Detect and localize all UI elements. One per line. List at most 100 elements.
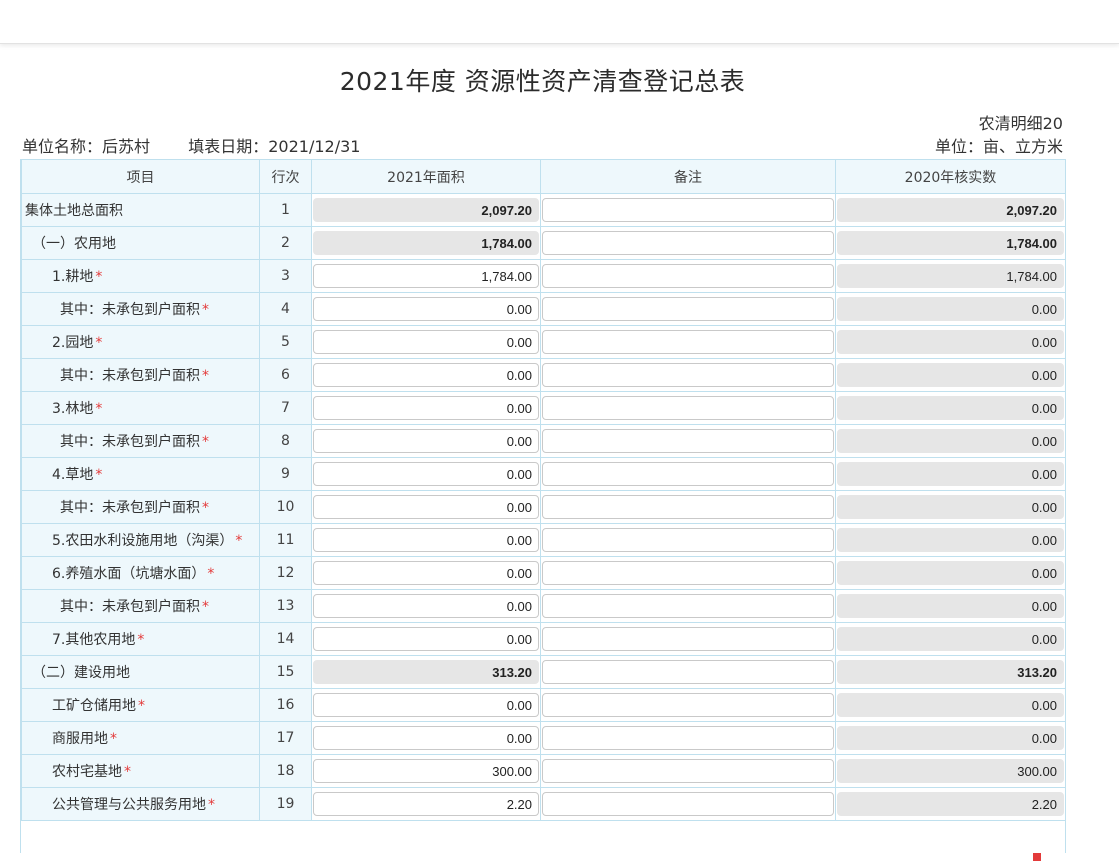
row-item-label: 1.耕地 bbox=[52, 269, 94, 285]
note-input[interactable] bbox=[542, 429, 834, 453]
table-row: 公共管理与公共服务用地 * 19 2.20 2.20 bbox=[21, 787, 1065, 821]
row-item-label: 商服用地 bbox=[52, 731, 108, 747]
note-input[interactable] bbox=[542, 330, 834, 354]
asset-table-container: 项目 行次 2021年面积 备注 2020年核实数 集体土地总面积 1 2,097.… bbox=[20, 159, 1066, 853]
area-2021-cell: 0.00 bbox=[311, 358, 541, 392]
table-header-row: 项目 行次 2021年面积 备注 2020年核实数 bbox=[21, 159, 1065, 194]
verified-2020-cell: 0.00 bbox=[835, 721, 1065, 755]
area-2021-input[interactable]: 1,784.00 bbox=[313, 264, 539, 288]
verified-2020-readonly: 0.00 bbox=[837, 627, 1064, 651]
note-input[interactable] bbox=[542, 264, 834, 288]
area-2021-input[interactable]: 0.00 bbox=[313, 462, 539, 486]
area-2021-input[interactable]: 300.00 bbox=[313, 759, 539, 783]
area-2021-input[interactable]: 0.00 bbox=[313, 561, 539, 585]
note-input[interactable] bbox=[542, 198, 834, 222]
area-2021-input[interactable]: 0.00 bbox=[313, 693, 539, 717]
form-code: 农清明细20 bbox=[978, 114, 1063, 133]
note-input[interactable] bbox=[542, 792, 834, 816]
row-item-cell: 商服用地 * bbox=[21, 721, 260, 755]
note-input[interactable] bbox=[542, 594, 834, 618]
row-number: 17 bbox=[259, 721, 312, 755]
fill-date-label: 填表日期： bbox=[188, 137, 269, 156]
table-body: 集体土地总面积 1 2,097.20 2,097.20 （一）农用地 2 1,784.00 1… bbox=[21, 193, 1065, 821]
row-item-cell: 农村宅基地 * bbox=[21, 754, 260, 788]
note-input[interactable] bbox=[542, 561, 834, 585]
area-2021-cell: 0.00 bbox=[311, 424, 541, 458]
verified-2020-readonly: 0.00 bbox=[837, 495, 1064, 519]
note-input[interactable] bbox=[542, 693, 834, 717]
row-item-cell: 2.园地 * bbox=[21, 325, 260, 359]
note-cell bbox=[540, 358, 836, 392]
verified-2020-cell: 313.20 bbox=[835, 655, 1065, 689]
row-item-cell: 6.养殖水面（坑塘水面） * bbox=[21, 556, 260, 590]
area-2021-input[interactable]: 0.00 bbox=[313, 726, 539, 750]
verified-2020-readonly: 0.00 bbox=[837, 561, 1064, 585]
verified-2020-cell: 0.00 bbox=[835, 589, 1065, 623]
note-input[interactable] bbox=[542, 231, 834, 255]
note-cell bbox=[540, 589, 836, 623]
header-note: 备注 bbox=[540, 159, 836, 194]
note-cell bbox=[540, 490, 836, 524]
note-input[interactable] bbox=[542, 759, 834, 783]
note-input[interactable] bbox=[542, 627, 834, 651]
row-item-cell: 1.耕地 * bbox=[21, 259, 260, 293]
row-number: 7 bbox=[259, 391, 312, 425]
area-2021-input[interactable]: 0.00 bbox=[313, 363, 539, 387]
area-2021-readonly: 1,784.00 bbox=[313, 231, 539, 255]
verified-2020-cell: 2.20 bbox=[835, 787, 1065, 821]
note-input[interactable] bbox=[542, 396, 834, 420]
verified-2020-cell: 0.00 bbox=[835, 490, 1065, 524]
table-row: 其中：未承包到户面积 * 10 0.00 0.00 bbox=[21, 490, 1065, 524]
table-row: （一）农用地 2 1,784.00 1,784.00 bbox=[21, 226, 1065, 260]
required-star-icon: * bbox=[124, 764, 131, 780]
table-row: 5.农田水利设施用地（沟渠） * 11 0.00 0.00 bbox=[21, 523, 1065, 557]
note-input[interactable] bbox=[542, 660, 834, 684]
area-2021-input[interactable]: 2.20 bbox=[313, 792, 539, 816]
verified-2020-cell: 0.00 bbox=[835, 424, 1065, 458]
required-star-icon: * bbox=[95, 335, 103, 351]
note-input[interactable] bbox=[542, 462, 834, 486]
note-input[interactable] bbox=[542, 363, 834, 387]
required-star-icon: * bbox=[202, 599, 209, 615]
note-input[interactable] bbox=[542, 297, 834, 321]
required-star-icon: * bbox=[95, 401, 103, 417]
note-cell bbox=[540, 226, 836, 260]
note-input[interactable] bbox=[542, 495, 834, 519]
area-2021-input[interactable]: 0.00 bbox=[313, 495, 539, 519]
unit-of-measure: 单位：亩、立方米 bbox=[934, 137, 1063, 156]
row-item-label: 5.农田水利设施用地（沟渠） bbox=[52, 533, 234, 549]
row-item-cell: （二）建设用地 bbox=[21, 655, 260, 689]
area-2021-cell: 1,784.00 bbox=[311, 259, 541, 293]
row-item-label: （二）建设用地 bbox=[32, 665, 130, 681]
verified-2020-readonly: 0.00 bbox=[837, 462, 1064, 486]
verified-2020-cell: 0.00 bbox=[835, 391, 1065, 425]
row-item-label: 集体土地总面积 bbox=[25, 203, 123, 219]
header-row-no: 行次 bbox=[259, 159, 312, 194]
unit-name-label: 单位名称： bbox=[22, 137, 103, 156]
table-row: 其中：未承包到户面积 * 13 0.00 0.00 bbox=[21, 589, 1065, 623]
area-2021-cell: 2.20 bbox=[311, 787, 541, 821]
area-2021-input[interactable]: 0.00 bbox=[313, 297, 539, 321]
area-2021-input[interactable]: 0.00 bbox=[313, 594, 539, 618]
area-2021-input[interactable]: 0.00 bbox=[313, 330, 539, 354]
table-row: 1.耕地 * 3 1,784.00 1,784.00 bbox=[21, 259, 1065, 293]
required-star-icon: * bbox=[202, 500, 209, 516]
row-number: 5 bbox=[259, 325, 312, 359]
row-number: 14 bbox=[259, 622, 312, 656]
note-cell bbox=[540, 556, 836, 590]
verified-2020-readonly: 0.00 bbox=[837, 693, 1064, 717]
area-2021-input[interactable]: 0.00 bbox=[313, 429, 539, 453]
note-input[interactable] bbox=[542, 528, 834, 552]
area-2021-input[interactable]: 0.00 bbox=[313, 627, 539, 651]
area-2021-input[interactable]: 0.00 bbox=[313, 528, 539, 552]
top-toolbar bbox=[0, 0, 1119, 44]
verified-2020-cell: 2,097.20 bbox=[835, 193, 1065, 227]
area-2021-input[interactable]: 0.00 bbox=[313, 396, 539, 420]
row-number: 9 bbox=[259, 457, 312, 491]
note-input[interactable] bbox=[542, 726, 834, 750]
area-2021-cell: 0.00 bbox=[311, 622, 541, 656]
note-cell bbox=[540, 754, 836, 788]
page-title: 2021年度 资源性资产清查登记总表 bbox=[339, 67, 746, 96]
meta-info: 单位名称：后苏村 填表日期：2021/12/31 bbox=[22, 133, 366, 157]
verified-2020-readonly: 2.20 bbox=[837, 792, 1064, 816]
